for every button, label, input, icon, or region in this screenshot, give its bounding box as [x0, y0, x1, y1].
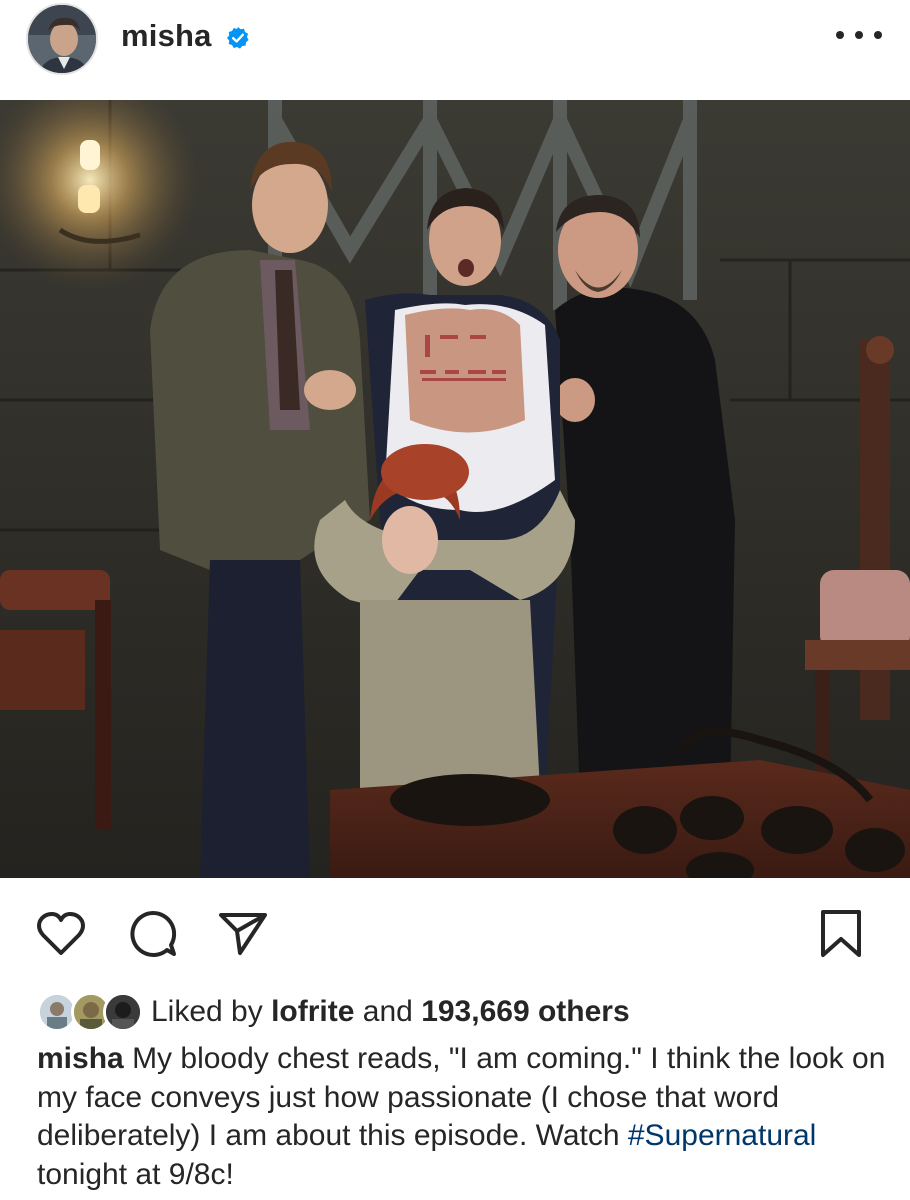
- more-options-icon[interactable]: [836, 20, 882, 50]
- caption-text-end: tonight at 9/8c!: [37, 1157, 234, 1191]
- likes-connector: and: [362, 995, 413, 1028]
- bookmark-outline-icon[interactable]: [814, 908, 868, 960]
- dot: [855, 31, 863, 39]
- dot: [836, 31, 844, 39]
- comment-bubble-icon[interactable]: [126, 908, 180, 960]
- heart-outline-icon[interactable]: [34, 908, 88, 960]
- avatar: [103, 992, 143, 1032]
- hashtag-link[interactable]: #Supernatural: [628, 1119, 816, 1152]
- avatar[interactable]: [26, 3, 98, 75]
- verified-badge-icon: [226, 26, 250, 50]
- liker-username[interactable]: lofrite: [271, 995, 354, 1028]
- liker-avatars: [37, 992, 143, 1032]
- post-caption: misha My bloody chest reads, "I am comin…: [37, 1040, 887, 1194]
- caption-username[interactable]: misha: [37, 1042, 124, 1075]
- post-actions: [0, 878, 910, 978]
- likes-text: Liked by lofrite and 193,669 others: [151, 995, 630, 1029]
- dot: [874, 31, 882, 39]
- likes-prefix: Liked by: [151, 995, 263, 1028]
- post-header: misha: [0, 0, 910, 100]
- paper-plane-icon[interactable]: [216, 908, 270, 960]
- likes-count[interactable]: 193,669 others: [421, 995, 629, 1028]
- username[interactable]: misha: [121, 18, 212, 54]
- likes-row[interactable]: Liked by lofrite and 193,669 others: [37, 990, 630, 1034]
- post-photo[interactable]: [0, 100, 910, 878]
